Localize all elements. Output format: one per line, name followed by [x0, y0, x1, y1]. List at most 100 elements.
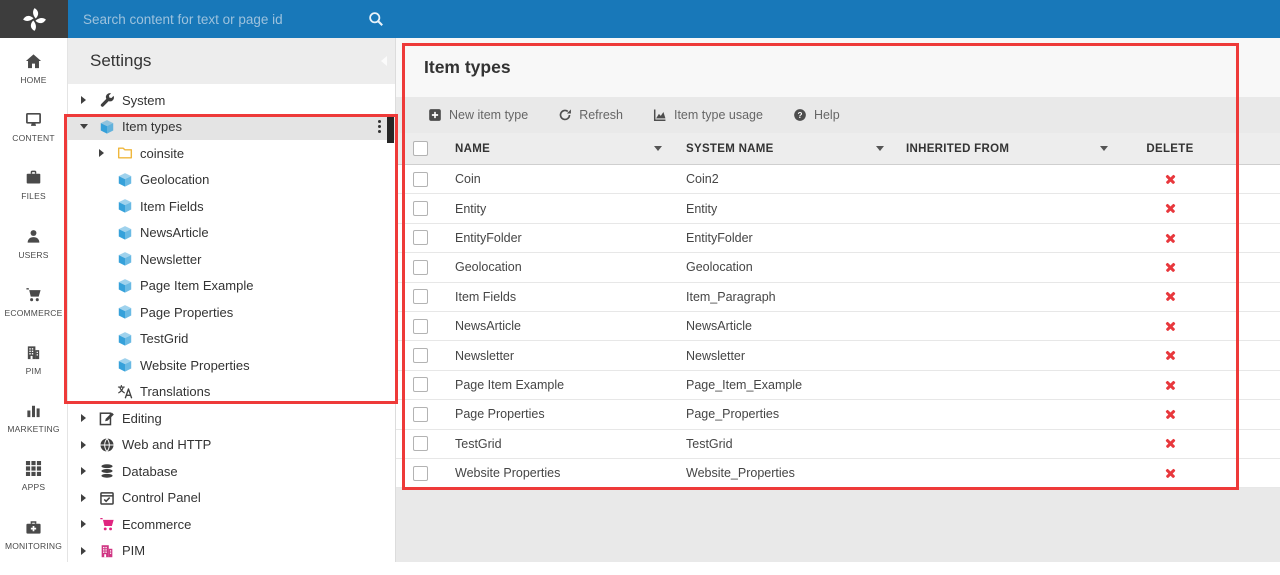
expand-arrow-icon[interactable] — [77, 441, 90, 449]
tree-item-item-fields[interactable]: Item Fields — [68, 193, 395, 220]
tree-item-label: Item types — [122, 119, 182, 134]
row-checkbox-cell — [396, 224, 444, 252]
row-checkbox[interactable] — [413, 466, 428, 481]
nav-item-ecommerce[interactable]: ECOMMERCE — [0, 284, 67, 342]
tree-item-system[interactable]: System — [68, 87, 395, 114]
expand-arrow-icon[interactable] — [77, 467, 90, 475]
expand-arrow-icon[interactable] — [95, 149, 108, 157]
table-row-newsarticle: NewsArticle NewsArticle — [396, 312, 1280, 341]
toolbar-button-new-item-type[interactable]: New item type — [428, 108, 528, 122]
table-row-website-properties: Website Properties Website_Properties — [396, 459, 1280, 488]
table-row-newsletter: Newsletter Newsletter — [396, 341, 1280, 370]
delete-icon[interactable] — [1165, 321, 1176, 332]
tree-item-ecommerce[interactable]: Ecommerce — [68, 511, 395, 538]
tree-item-newsarticle[interactable]: NewsArticle — [68, 220, 395, 247]
row-name-cell[interactable]: Item Fields — [444, 290, 676, 304]
delete-icon[interactable] — [1165, 468, 1176, 479]
column-header-name[interactable]: NAME — [444, 133, 676, 164]
row-checkbox[interactable] — [413, 201, 428, 216]
search-input[interactable] — [81, 11, 368, 28]
item-menu-icon[interactable] — [378, 125, 381, 128]
sort-arrow-icon[interactable] — [876, 146, 884, 151]
delete-icon[interactable] — [1165, 379, 1176, 390]
tree-item-translations[interactable]: Translations — [68, 379, 395, 406]
row-checkbox-cell — [396, 283, 444, 311]
app-logo[interactable] — [0, 0, 68, 38]
delete-icon[interactable] — [1165, 438, 1176, 449]
sort-arrow-icon[interactable] — [654, 146, 662, 151]
delete-icon[interactable] — [1165, 232, 1176, 243]
column-header-inherited-from[interactable]: INHERITED FROM — [898, 133, 1122, 164]
toolbar-button-refresh[interactable]: Refresh — [558, 108, 623, 122]
nav-item-files[interactable]: FILES — [0, 167, 67, 225]
row-name-cell[interactable]: EntityFolder — [444, 231, 676, 245]
tree-item-database[interactable]: Database — [68, 458, 395, 485]
nav-item-pim[interactable]: PIM — [0, 342, 67, 400]
tree-item-page-properties[interactable]: Page Properties — [68, 299, 395, 326]
nav-item-home[interactable]: HOME — [0, 51, 67, 109]
nav-item-monitoring[interactable]: MONITORING — [0, 517, 67, 575]
row-checkbox[interactable] — [413, 172, 428, 187]
row-checkbox[interactable] — [413, 319, 428, 334]
collapse-panel-icon[interactable] — [381, 56, 387, 66]
row-name-cell[interactable]: Website Properties — [444, 466, 676, 480]
search-icon[interactable] — [368, 11, 384, 27]
tree-item-label: Control Panel — [122, 490, 201, 505]
tree-item-editing[interactable]: Editing — [68, 405, 395, 432]
nav-item-marketing[interactable]: MARKETING — [0, 400, 67, 458]
sort-arrow-icon[interactable] — [1100, 146, 1108, 151]
row-system-name-cell: Newsletter — [676, 349, 898, 363]
delete-icon[interactable] — [1165, 350, 1176, 361]
row-checkbox[interactable] — [413, 348, 428, 363]
nav-item-apps[interactable]: APPS — [0, 458, 67, 516]
row-name-cell[interactable]: Page Item Example — [444, 378, 676, 392]
delete-icon[interactable] — [1165, 174, 1176, 185]
row-name-cell[interactable]: TestGrid — [444, 437, 676, 451]
row-name-cell[interactable]: Page Properties — [444, 407, 676, 421]
tree-item-label: Geolocation — [140, 172, 209, 187]
row-name-cell[interactable]: NewsArticle — [444, 319, 676, 333]
row-checkbox[interactable] — [413, 436, 428, 451]
expand-arrow-icon[interactable] — [77, 96, 90, 104]
row-name-cell[interactable]: Newsletter — [444, 349, 676, 363]
table-row-coin: Coin Coin2 — [396, 165, 1280, 194]
delete-icon[interactable] — [1165, 409, 1176, 420]
nav-item-content[interactable]: CONTENT — [0, 109, 67, 167]
row-checkbox[interactable] — [413, 377, 428, 392]
column-header-system-name[interactable]: SYSTEM NAME — [676, 133, 898, 164]
tree-item-newsletter[interactable]: Newsletter — [68, 246, 395, 273]
expand-arrow-icon[interactable] — [77, 414, 90, 422]
expand-arrow-icon[interactable] — [77, 124, 90, 129]
tree-item-label: Ecommerce — [122, 517, 191, 532]
row-name-cell[interactable]: Geolocation — [444, 260, 676, 274]
tree-item-website-properties[interactable]: Website Properties — [68, 352, 395, 379]
row-name-cell[interactable]: Entity — [444, 202, 676, 216]
tree-scrollbar-thumb[interactable] — [387, 114, 394, 143]
delete-icon[interactable] — [1165, 291, 1176, 302]
delete-icon[interactable] — [1165, 262, 1176, 273]
tree-item-page-item-example[interactable]: Page Item Example — [68, 273, 395, 300]
tree-item-web-and-http[interactable]: Web and HTTP — [68, 432, 395, 459]
tree-item-coinsite[interactable]: coinsite — [68, 140, 395, 167]
expand-arrow-icon[interactable] — [77, 520, 90, 528]
row-name-cell[interactable]: Coin — [444, 172, 676, 186]
toolbar-button-label: Help — [814, 108, 840, 122]
delete-icon[interactable] — [1165, 203, 1176, 214]
select-all-checkbox[interactable] — [413, 141, 428, 156]
nav-item-users[interactable]: USERS — [0, 226, 67, 284]
toolbar-button-help[interactable]: Help — [793, 108, 840, 122]
tree-item-geolocation[interactable]: Geolocation — [68, 167, 395, 194]
toolbar-button-item-type-usage[interactable]: Item type usage — [653, 108, 763, 122]
row-checkbox-cell — [396, 165, 444, 193]
row-checkbox[interactable] — [413, 230, 428, 245]
tree-item-control-panel[interactable]: Control Panel — [68, 485, 395, 512]
toolbar-button-icon — [428, 108, 442, 122]
tree-item-pim[interactable]: PIM — [68, 538, 395, 565]
row-checkbox[interactable] — [413, 289, 428, 304]
expand-arrow-icon[interactable] — [77, 494, 90, 502]
tree-item-testgrid[interactable]: TestGrid — [68, 326, 395, 353]
row-checkbox[interactable] — [413, 407, 428, 422]
row-checkbox[interactable] — [413, 260, 428, 275]
tree-item-item-types[interactable]: Item types — [68, 114, 395, 141]
expand-arrow-icon[interactable] — [77, 547, 90, 555]
